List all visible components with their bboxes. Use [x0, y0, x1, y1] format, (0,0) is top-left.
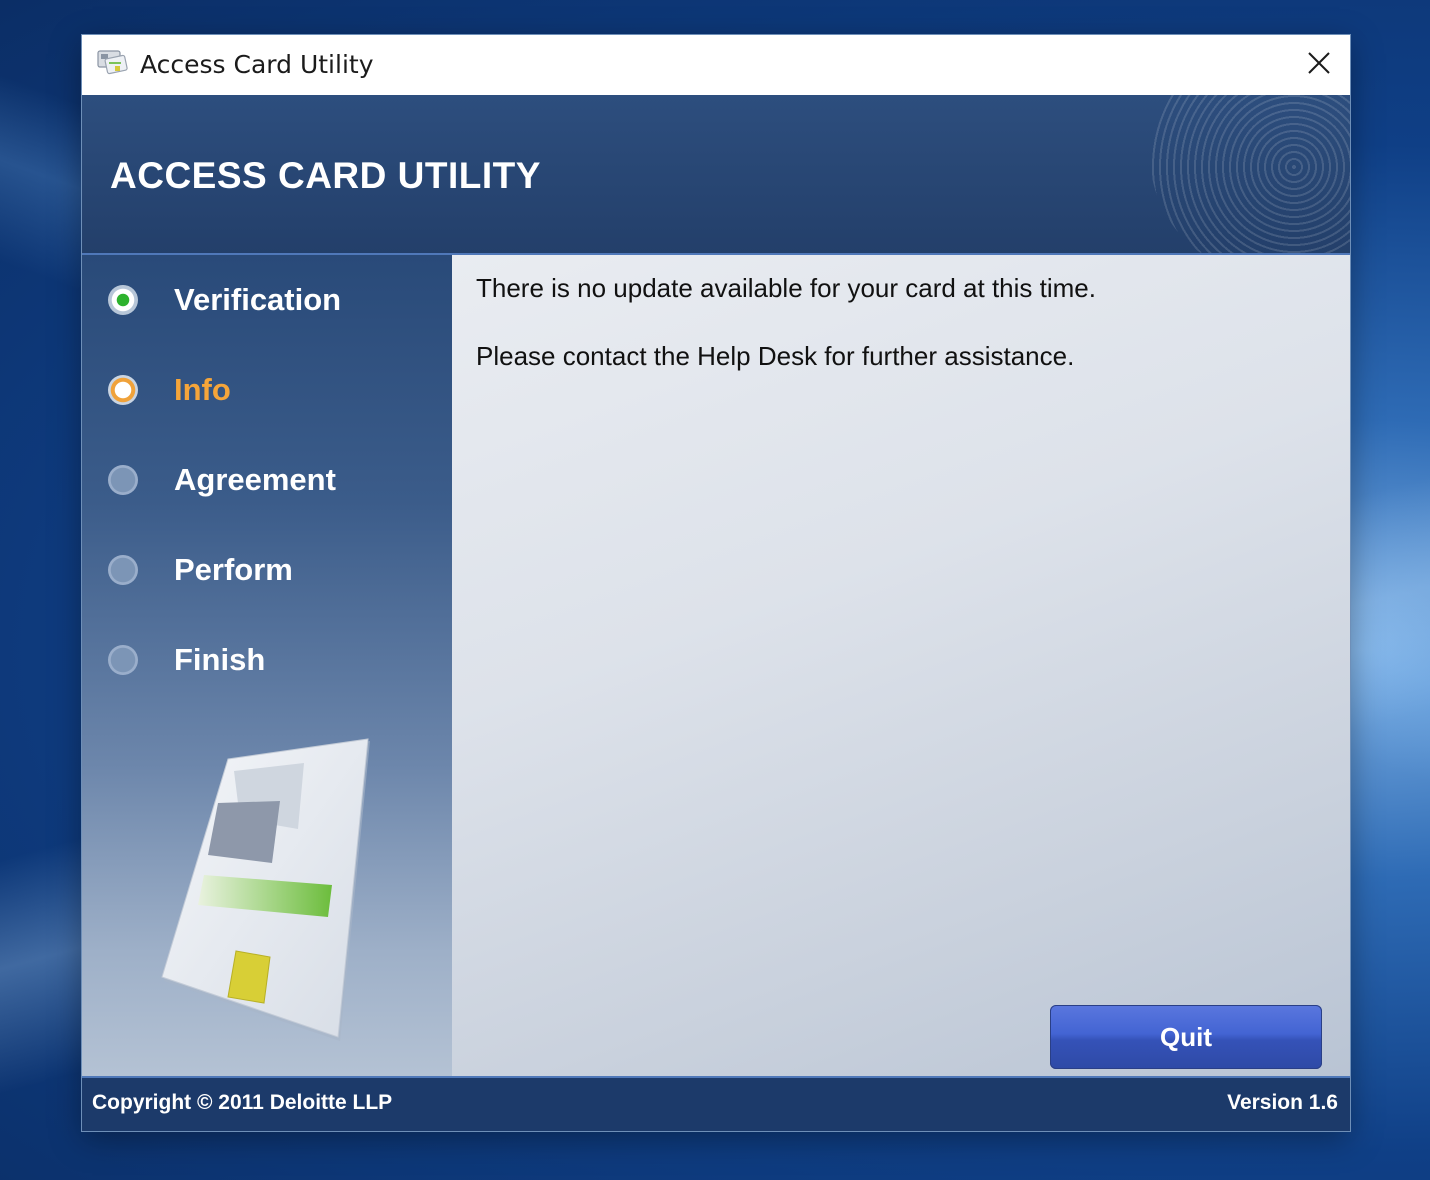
step-finish: Finish [108, 640, 265, 680]
quit-button[interactable]: Quit [1050, 1005, 1322, 1069]
step-pending-icon [108, 465, 138, 495]
no-update-message: There is no update available for your ca… [476, 273, 1096, 303]
step-pending-icon [108, 645, 138, 675]
header-banner: ACCESS CARD UTILITY [82, 95, 1350, 255]
step-agreement: Agreement [108, 460, 336, 500]
step-verification: Verification [108, 280, 341, 320]
title-bar[interactable]: Access Card Utility [82, 35, 1350, 95]
help-desk-message: Please contact the Help Desk for further… [476, 341, 1075, 371]
smart-card-illustration [152, 735, 392, 1045]
content-panel: There is no update available for your ca… [452, 255, 1350, 1076]
access-card-app-icon [96, 47, 130, 79]
step-label: Finish [174, 642, 266, 677]
step-label: Agreement [174, 462, 336, 497]
step-label: Info [174, 372, 231, 407]
footer-bar: Copyright © 2011 Deloitte LLP Version 1.… [82, 1076, 1350, 1131]
copyright-text: Copyright © 2011 Deloitte LLP [92, 1091, 393, 1114]
app-heading: ACCESS CARD UTILITY [110, 155, 541, 196]
step-label: Perform [174, 552, 293, 587]
close-button[interactable] [1288, 35, 1350, 95]
window-title: Access Card Utility [140, 50, 374, 79]
fingerprint-graphic [1150, 95, 1350, 255]
step-pending-icon [108, 555, 138, 585]
step-perform: Perform [108, 550, 293, 590]
access-card-utility-window: Access Card Utility ACCESS CARD UTILITY … [82, 35, 1350, 1131]
wizard-steps-sidebar: Verification Info Agreement Perform Fini… [82, 255, 452, 1076]
step-current-icon [108, 375, 138, 405]
close-icon [1307, 51, 1331, 80]
step-complete-icon [108, 285, 138, 315]
version-text: Version 1.6 [1227, 1091, 1338, 1114]
step-label: Verification [174, 282, 342, 317]
step-info: Info [108, 370, 231, 410]
